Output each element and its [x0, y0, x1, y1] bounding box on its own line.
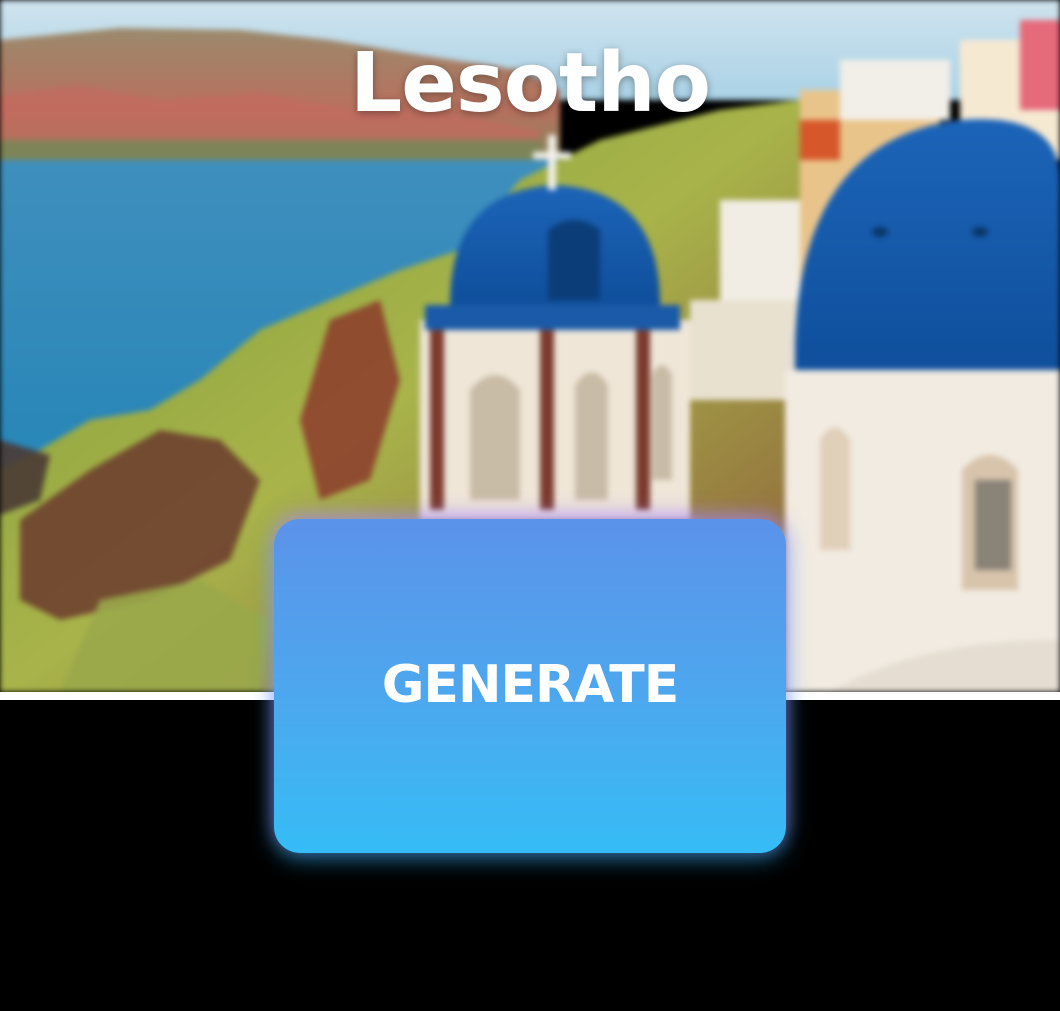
page-title: Lesotho — [350, 36, 711, 131]
generate-button[interactable]: GENERATE — [274, 519, 786, 853]
generate-button-label: GENERATE — [381, 655, 679, 715]
app-screen: Lesotho GENERATE — [0, 0, 1060, 1011]
